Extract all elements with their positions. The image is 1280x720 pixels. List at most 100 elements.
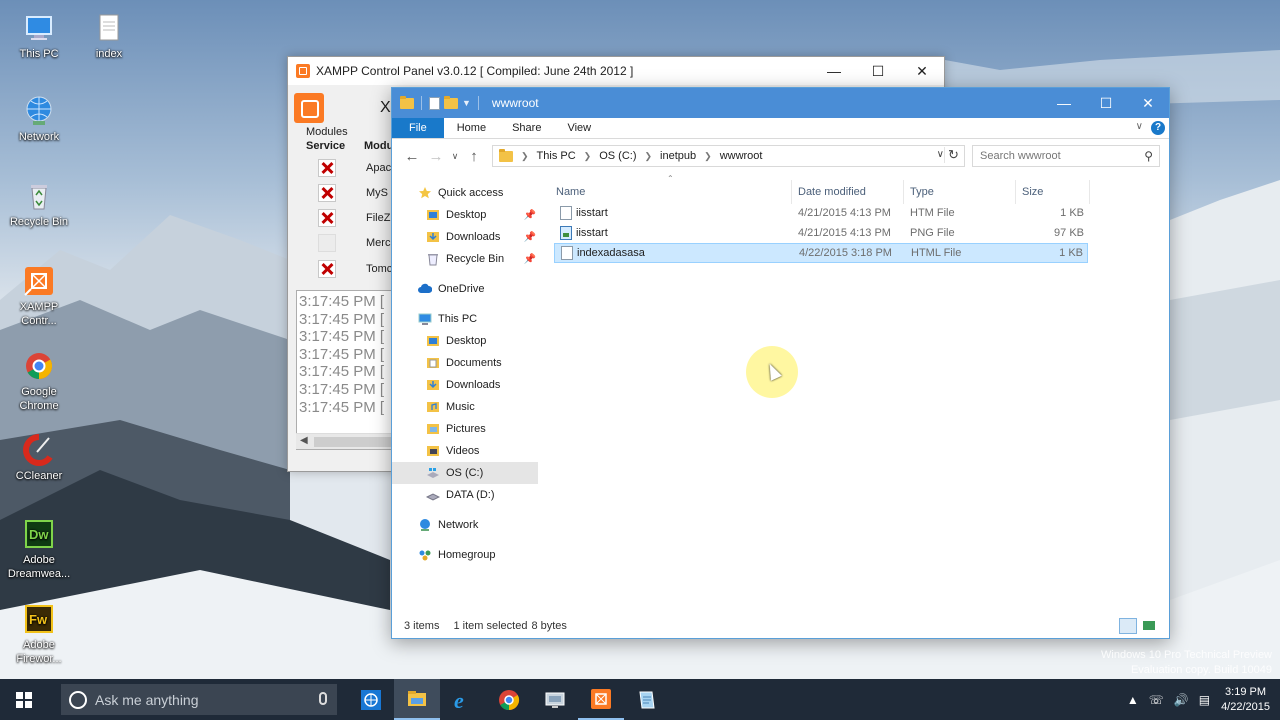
action-center-icon[interactable]: ▤ — [1199, 693, 1210, 707]
nav-qa-desktop[interactable]: Desktop 📌 — [392, 204, 538, 226]
taskbar-notes[interactable] — [624, 679, 670, 720]
desktop-icon-index[interactable]: index — [71, 12, 147, 61]
desktop-icon-ccleaner[interactable]: CCleaner — [1, 434, 77, 483]
large-icons-view-button[interactable] — [1141, 618, 1159, 634]
file-row-selected[interactable]: indexadasasa 4/22/2015 3:18 PM HTML File… — [554, 243, 1088, 263]
nav-pc-videos[interactable]: Videos — [392, 440, 538, 462]
breadcrumb-os-c[interactable]: OS (C:) — [599, 150, 636, 162]
close-button[interactable]: ✕ — [1127, 88, 1169, 118]
desktop-folder-icon — [426, 208, 440, 222]
file-row[interactable]: iisstart 4/21/2015 4:13 PM PNG File 97 K… — [554, 224, 1088, 244]
clock[interactable]: 3:19 PM 4/22/2015 — [1221, 685, 1270, 715]
breadcrumb-this-pc[interactable]: This PC — [537, 150, 576, 162]
log-line: 3:17:45 PM [ — [299, 328, 385, 346]
forward-arrow-icon[interactable]: → — [424, 148, 448, 165]
taskbar-xampp[interactable] — [578, 679, 624, 720]
search-input[interactable]: Search wwwroot ⚲ — [972, 145, 1160, 167]
nav-qa-recycle-bin[interactable]: Recycle Bin 📌 — [392, 248, 538, 270]
microphone-icon[interactable] — [319, 692, 327, 705]
expand-ribbon-icon[interactable]: ∨ — [1136, 121, 1143, 132]
scroll-left-icon[interactable]: ◀ — [300, 435, 308, 446]
taskbar-internet-explorer[interactable]: e — [440, 679, 486, 720]
recent-locations-icon[interactable]: ∨ — [448, 151, 462, 162]
up-arrow-icon[interactable]: ↑ — [462, 148, 486, 165]
start-button[interactable] — [0, 679, 48, 720]
nav-qa-downloads[interactable]: Downloads 📌 — [392, 226, 538, 248]
maximize-button[interactable]: ☐ — [856, 57, 900, 85]
log-horizontal-scrollbar[interactable]: ◀ — [296, 433, 406, 449]
help-icon[interactable]: ? — [1151, 121, 1165, 135]
desktop-icon-this-pc[interactable]: This PC — [1, 12, 77, 61]
search-icon: ⚲ — [1144, 149, 1153, 163]
desktop-icon-recycle-bin[interactable]: Recycle Bin — [1, 180, 77, 229]
network-status-icon[interactable]: ☏ — [1149, 693, 1164, 707]
tab-file[interactable]: File — [392, 118, 444, 138]
cortana-search-box[interactable]: Ask me anything — [61, 684, 337, 715]
address-bar[interactable]: ❯ This PC ❯ OS (C:) ❯ inetpub ❯ wwwroot … — [492, 145, 965, 167]
pin-icon[interactable]: 📌 — [524, 210, 536, 221]
chrome-icon — [499, 689, 520, 710]
nav-homegroup[interactable]: Homegroup — [392, 544, 538, 566]
new-folder-icon[interactable] — [444, 95, 458, 109]
text-file-icon — [93, 12, 125, 44]
minimize-button[interactable]: — — [812, 57, 856, 85]
maximize-button[interactable]: ☐ — [1085, 88, 1127, 118]
minimize-button[interactable]: — — [1043, 88, 1085, 118]
service-checkbox[interactable] — [318, 260, 336, 278]
module-name: Merci — [366, 237, 393, 249]
computer-icon — [418, 312, 432, 326]
nav-network[interactable]: Network — [392, 514, 538, 536]
breadcrumb-inetpub[interactable]: inetpub — [660, 150, 696, 162]
desktop-icon-chrome[interactable]: Google Chrome — [1, 350, 77, 413]
taskbar-chrome[interactable] — [486, 679, 532, 720]
details-view-button[interactable] — [1119, 618, 1137, 634]
nav-pc-data-d[interactable]: DATA (D:) — [392, 484, 538, 506]
nav-this-pc[interactable]: This PC — [392, 308, 538, 330]
breadcrumb-separator-icon[interactable]: ❯ — [584, 151, 592, 162]
nav-pc-desktop[interactable]: Desktop — [392, 330, 538, 352]
tab-home[interactable]: Home — [444, 118, 499, 138]
desktop-icon-dreamweaver[interactable]: Dw Adobe Dreamwea... — [1, 518, 77, 581]
service-checkbox[interactable] — [318, 234, 336, 252]
nav-pc-documents[interactable]: Documents — [392, 352, 538, 374]
desktop-icon-xampp[interactable]: XAMPP Contr... — [1, 265, 77, 328]
address-dropdown-icon[interactable]: ∨ — [937, 149, 944, 160]
pin-icon[interactable]: 📌 — [524, 232, 536, 243]
service-checkbox[interactable] — [318, 209, 336, 227]
customize-toolbar-icon[interactable]: ▼ — [462, 98, 471, 108]
taskbar-file-explorer[interactable] — [394, 679, 440, 720]
tab-share[interactable]: Share — [499, 118, 554, 138]
service-checkbox[interactable] — [318, 184, 336, 202]
close-button[interactable]: ✕ — [900, 57, 944, 85]
desktop-icon-network[interactable]: Network — [1, 95, 77, 144]
breadcrumb-wwwroot[interactable]: wwwroot — [720, 150, 763, 162]
breadcrumb-separator-icon[interactable]: ❯ — [704, 151, 712, 162]
nav-pc-music[interactable]: Music — [392, 396, 538, 418]
folder-icon — [400, 95, 414, 109]
xampp-titlebar[interactable]: XAMPP Control Panel v3.0.12 [ Compiled: … — [288, 57, 944, 85]
desktop-icon-fireworks[interactable]: Fw Adobe Firewor... — [1, 603, 77, 666]
nav-onedrive[interactable]: OneDrive — [392, 278, 538, 300]
show-hidden-icons-icon[interactable]: ▲ — [1127, 693, 1139, 707]
refresh-icon[interactable]: ↻ — [944, 147, 962, 163]
tab-view[interactable]: View — [554, 118, 604, 138]
back-arrow-icon[interactable]: ← — [400, 148, 424, 165]
html-file-icon — [561, 246, 573, 260]
service-checkbox[interactable] — [318, 159, 336, 177]
nav-pc-os-c[interactable]: OS (C:) — [392, 462, 538, 484]
nav-pc-pictures[interactable]: Pictures — [392, 418, 538, 440]
taskbar-remote-desktop[interactable] — [532, 679, 578, 720]
properties-icon[interactable] — [429, 96, 440, 110]
file-row[interactable]: iisstart 4/21/2015 4:13 PM HTM File 1 KB — [554, 204, 1088, 224]
breadcrumb-separator-icon[interactable]: ❯ — [645, 151, 653, 162]
file-date: 4/22/2015 3:18 PM — [799, 247, 892, 259]
nav-label: DATA (D:) — [446, 489, 495, 501]
pin-icon[interactable]: 📌 — [524, 254, 536, 265]
breadcrumb-separator-icon[interactable]: ❯ — [521, 151, 529, 162]
nav-quick-access[interactable]: Quick access — [392, 182, 538, 204]
volume-icon[interactable]: 🔊 — [1174, 693, 1189, 707]
nav-pc-downloads[interactable]: Downloads — [392, 374, 538, 396]
explorer-titlebar[interactable]: ▼ wwwroot — ☐ ✕ — [392, 88, 1169, 118]
xampp-log-panel[interactable]: 3:17:45 PM [ 3:17:45 PM [ 3:17:45 PM [ 3… — [296, 290, 406, 450]
taskbar-network-app[interactable] — [348, 679, 394, 720]
